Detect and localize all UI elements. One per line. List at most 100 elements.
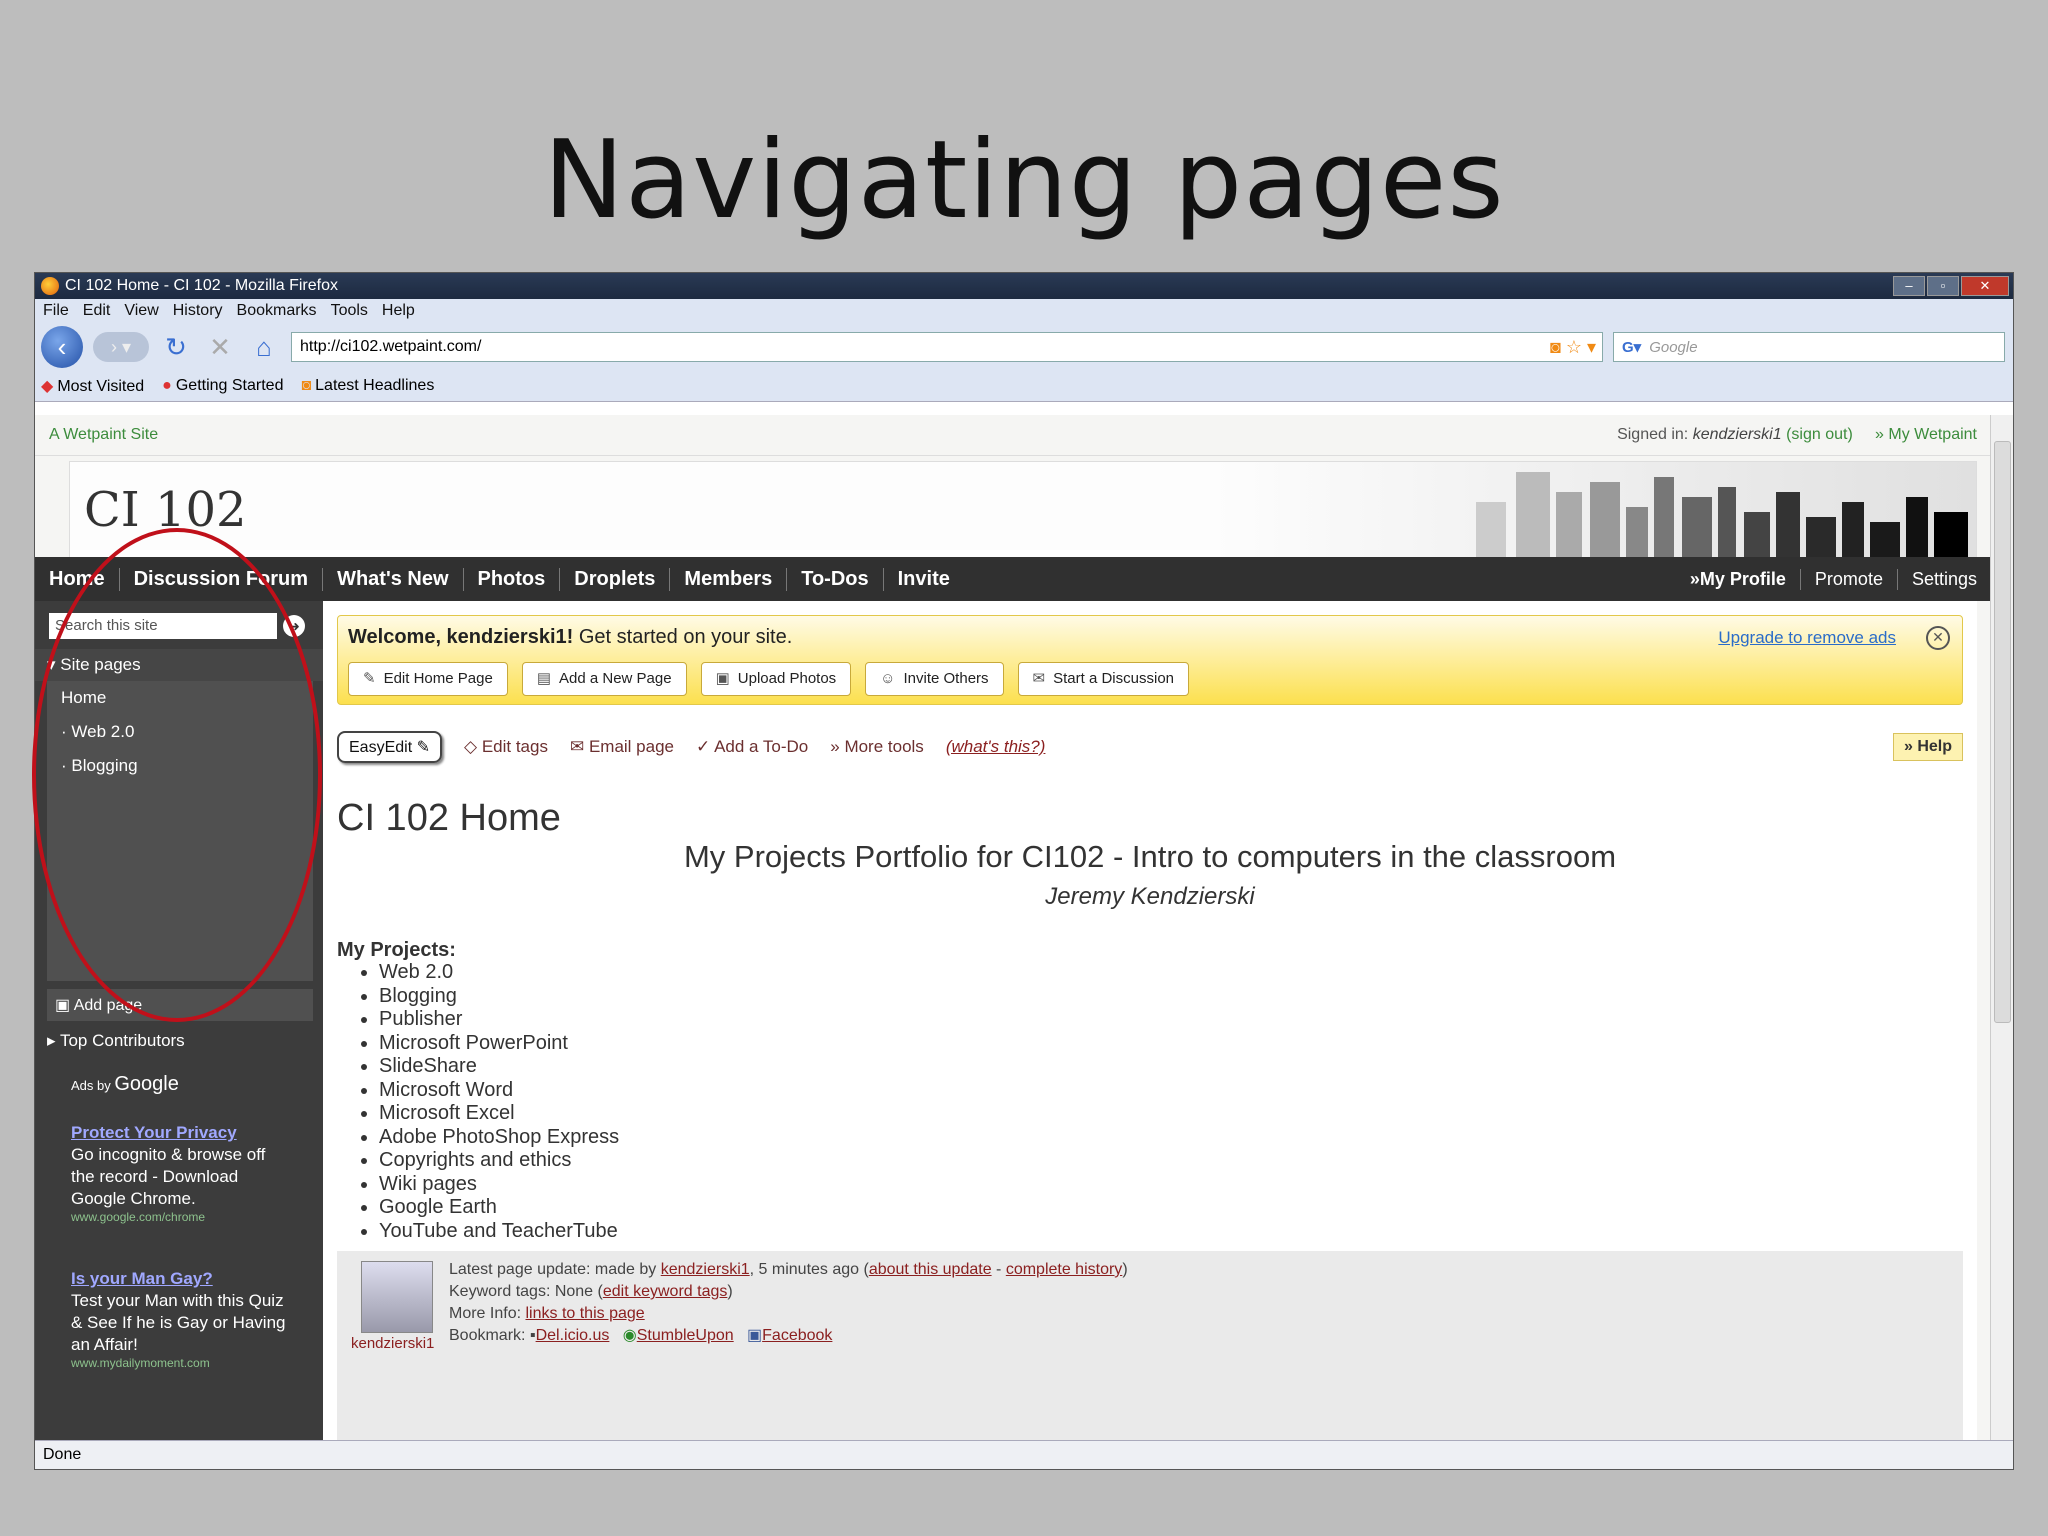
edit-tags-link[interactable]: ◇ Edit tags	[464, 737, 548, 757]
bookmark-most-visited[interactable]: ◆ Most Visited	[41, 376, 144, 396]
menu-tools[interactable]: Tools	[331, 302, 368, 320]
more-info-line: More Info: links to this page	[449, 1303, 1128, 1325]
projects-heading: My Projects:	[337, 939, 456, 961]
google-search-icon[interactable]: G▾	[1614, 338, 1649, 356]
menu-bar: File Edit View History Bookmarks Tools H…	[35, 299, 2013, 323]
nav-my-profile[interactable]: »My Profile	[1676, 569, 1800, 590]
list-item: YouTube and TeacherTube	[379, 1220, 619, 1244]
delicious-link[interactable]: Del.icio.us	[536, 1327, 610, 1344]
bookmark-getting-started[interactable]: ● Getting Started	[162, 377, 283, 395]
url-text: http://ci102.wetpaint.com/	[300, 338, 482, 355]
web-page: A Wetpaint Site Signed in: kendzierski1 …	[35, 415, 1991, 1441]
invite-others-button[interactable]: ☺ Invite Others	[865, 662, 1004, 696]
nav-whats-new[interactable]: What's New	[323, 567, 464, 591]
whats-this-link[interactable]: (what's this?)	[946, 737, 1046, 757]
start-discussion-button[interactable]: ✉ Start a Discussion	[1017, 662, 1190, 696]
nav-members[interactable]: Members	[670, 567, 788, 591]
menu-bookmarks[interactable]: Bookmarks	[237, 302, 317, 320]
nav-droplets[interactable]: Droplets	[560, 567, 671, 591]
edit-icon: ✎	[363, 670, 376, 687]
menu-history[interactable]: History	[173, 302, 223, 320]
links-to-page-link[interactable]: links to this page	[525, 1305, 644, 1322]
projects-list: Web 2.0 Blogging Publisher Microsoft Pow…	[361, 961, 619, 1243]
welcome-panel: Welcome, kendzierski1! Get started on yo…	[337, 615, 1963, 705]
nav-todos[interactable]: To-Dos	[787, 567, 884, 591]
stop-icon[interactable]: ✕	[203, 332, 237, 363]
nav-promote[interactable]: Promote	[1799, 568, 1897, 590]
window-title: CI 102 Home - CI 102 - Mozilla Firefox	[65, 277, 338, 294]
page-subtitle: My Projects Portfolio for CI102 - Intro …	[683, 839, 1617, 874]
upgrade-link[interactable]: Upgrade to remove ads	[1718, 628, 1896, 648]
tool-label: Email page	[588, 737, 675, 756]
update-user-link[interactable]: kendzierski1	[661, 1261, 750, 1278]
nav-settings[interactable]: Settings	[1896, 568, 1991, 590]
search-bar[interactable]: G▾ Google	[1613, 332, 2005, 362]
ads-by-label: Ads by	[71, 1078, 111, 1093]
about-update-link[interactable]: about this update	[869, 1261, 992, 1278]
add-todo-link[interactable]: ✓ Add a To-Do	[696, 737, 808, 757]
list-item: Publisher	[379, 1008, 619, 1032]
close-button[interactable]: ✕	[1961, 276, 2009, 296]
email-page-link[interactable]: ✉ Email page	[570, 737, 674, 757]
status-bar: Done	[35, 1440, 2013, 1469]
my-wetpaint-link[interactable]: » My Wetpaint	[1875, 426, 1977, 443]
ad-title[interactable]: Is your Man Gay?	[71, 1269, 213, 1288]
easyedit-button[interactable]: EasyEdit ✎	[337, 731, 442, 763]
ad-url[interactable]: www.mydailymoment.com	[71, 1356, 287, 1370]
bookmark-latest-headlines[interactable]: ◙ Latest Headlines	[301, 377, 434, 395]
scrollbar-thumb[interactable]	[1994, 441, 2011, 1023]
nav-right: »My Profile Promote Settings	[1676, 568, 1991, 590]
stumbleupon-link[interactable]: StumbleUpon	[637, 1327, 734, 1344]
edit-home-page-button[interactable]: ✎ Edit Home Page	[348, 662, 508, 696]
forward-button[interactable]: › ▾	[93, 332, 149, 362]
button-label: Start a Discussion	[1053, 670, 1175, 687]
tool-label: Edit tags	[481, 737, 548, 756]
firefox-bookmark-icon: ●	[162, 377, 172, 394]
pencil-icon: ✎	[416, 739, 430, 756]
more-info-label: More Info:	[449, 1305, 522, 1322]
facebook-link[interactable]: Facebook	[762, 1327, 832, 1344]
nav-invite[interactable]: Invite	[884, 568, 964, 591]
close-icon[interactable]: ✕	[1926, 626, 1950, 650]
back-button[interactable]: ‹	[41, 326, 83, 368]
minimize-button[interactable]: –	[1893, 276, 1925, 296]
help-button[interactable]: » Help	[1892, 733, 1963, 761]
button-label: Upload Photos	[737, 670, 837, 687]
edit-keyword-link[interactable]: edit keyword tags	[603, 1283, 728, 1300]
nav-photos[interactable]: Photos	[464, 567, 561, 591]
keyword-label: Keyword tags: None (	[449, 1283, 603, 1300]
ad-title[interactable]: Protect Your Privacy	[71, 1123, 237, 1142]
menu-help[interactable]: Help	[382, 302, 415, 320]
tool-label: Add a To-Do	[714, 737, 809, 756]
site-tagline[interactable]: A Wetpaint Site	[49, 426, 158, 444]
maximize-button[interactable]: ▫	[1927, 276, 1959, 296]
vertical-scrollbar[interactable]	[1990, 415, 2013, 1441]
complete-history-link[interactable]: complete history	[1006, 1261, 1123, 1278]
avatar[interactable]	[361, 1261, 433, 1333]
footer-info: Latest page update: made by kendzierski1…	[449, 1259, 1128, 1347]
button-label: Edit Home Page	[383, 670, 493, 687]
easyedit-label: EasyEdit	[349, 739, 413, 756]
home-icon[interactable]: ⌂	[247, 332, 281, 363]
check-icon: ✓	[696, 737, 711, 756]
ad-url[interactable]: www.google.com/chrome	[71, 1210, 287, 1224]
sign-out-link[interactable]: (sign out)	[1786, 426, 1853, 443]
add-new-page-button[interactable]: ▤ Add a New Page	[521, 662, 687, 696]
page-footer: kendzierski1 Latest page update: made by…	[337, 1251, 1963, 1441]
rss-icon[interactable]: ◙ ☆ ▾	[1544, 337, 1602, 358]
more-tools-link[interactable]: » More tools	[830, 737, 924, 757]
menu-view[interactable]: View	[124, 302, 158, 320]
person-icon: ☺	[880, 670, 896, 687]
list-item: Blogging	[379, 985, 619, 1009]
ad-item: Is your Man Gay? Test your Man with this…	[71, 1268, 287, 1370]
reload-icon[interactable]: ↻	[159, 332, 193, 363]
top-contributors[interactable]: ▸ Top Contributors	[35, 1021, 323, 1061]
menu-edit[interactable]: Edit	[83, 302, 111, 320]
welcome-text: Welcome, kendzierski1! Get started on yo…	[348, 626, 792, 649]
menu-file[interactable]: File	[43, 302, 69, 320]
url-bar[interactable]: http://ci102.wetpaint.com/ ◙ ☆ ▾	[291, 332, 1603, 362]
footer-username[interactable]: kendzierski1	[351, 1335, 434, 1352]
browser-window: CI 102 Home - CI 102 - Mozilla Firefox –…	[34, 272, 2014, 1470]
upload-photos-button[interactable]: ▣ Upload Photos	[700, 662, 852, 696]
list-item: Microsoft PowerPoint	[379, 1032, 619, 1056]
